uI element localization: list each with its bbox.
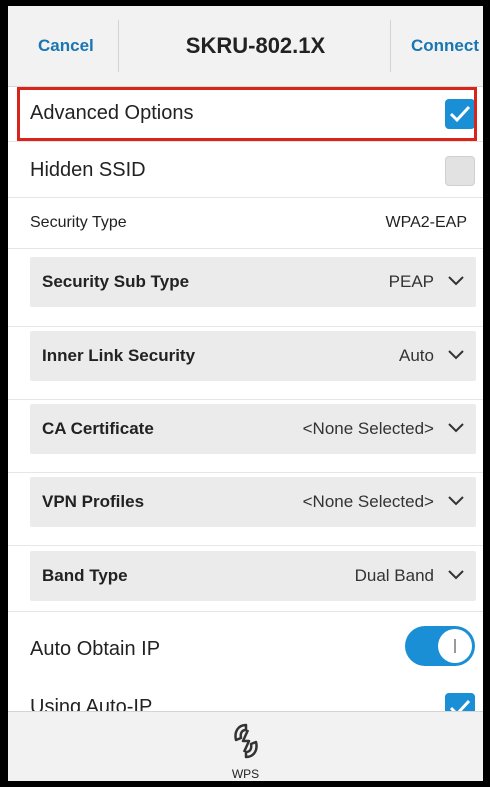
chevron-down-icon xyxy=(448,276,464,286)
wifi-settings-screen: Cancel SKRU-802.1X Connect Advanced Opti… xyxy=(8,6,483,781)
dropdown-label: Band Type xyxy=(42,566,128,585)
header-bar: Cancel SKRU-802.1X Connect xyxy=(8,6,483,87)
wps-label: WPS xyxy=(231,767,260,781)
dropdown-label: CA Certificate xyxy=(42,419,154,438)
chevron-down-icon xyxy=(448,423,464,433)
dropdown-value: Auto xyxy=(399,346,434,365)
advanced-options-row[interactable]: Advanced Options xyxy=(8,87,483,142)
header-divider xyxy=(390,20,391,72)
advanced-options-label: Advanced Options xyxy=(30,102,194,124)
inner-link-security-dropdown[interactable]: Inner Link Security Auto xyxy=(30,331,476,381)
checkmark-icon xyxy=(449,105,471,123)
hidden-ssid-label: Hidden SSID xyxy=(30,159,146,181)
dropdown-value: <None Selected> xyxy=(302,492,434,511)
hidden-ssid-row[interactable]: Hidden SSID xyxy=(8,142,483,198)
security-type-value: WPA2-EAP xyxy=(385,214,468,231)
hidden-ssid-checkbox[interactable] xyxy=(445,156,475,186)
page-title: SKRU-802.1X xyxy=(185,33,326,58)
divider xyxy=(8,472,483,473)
header-divider xyxy=(118,20,119,72)
cancel-button[interactable]: Cancel xyxy=(38,6,94,86)
auto-obtain-ip-label: Auto Obtain IP xyxy=(30,638,161,660)
dropdown-value: Dual Band xyxy=(354,566,434,585)
dropdown-label: Security Sub Type xyxy=(42,272,190,291)
dropdown-value: <None Selected> xyxy=(302,419,434,438)
dropdown-value: PEAP xyxy=(388,272,434,291)
toggle-knob xyxy=(438,629,472,663)
chevron-down-icon xyxy=(448,350,464,360)
chevron-down-icon xyxy=(448,496,464,506)
security-type-row: Security Type WPA2-EAP xyxy=(8,198,483,249)
dropdown-label: VPN Profiles xyxy=(42,492,145,511)
ca-certificate-dropdown[interactable]: CA Certificate <None Selected> xyxy=(30,404,476,454)
divider xyxy=(8,326,483,327)
security-sub-type-dropdown[interactable]: Security Sub Type PEAP xyxy=(30,257,476,307)
chevron-down-icon xyxy=(448,570,464,580)
divider xyxy=(8,399,483,400)
auto-obtain-ip-toggle[interactable] xyxy=(405,626,475,666)
bottom-action-bar: WPS xyxy=(8,711,483,781)
band-type-dropdown[interactable]: Band Type Dual Band xyxy=(30,551,476,601)
divider xyxy=(8,545,483,546)
connect-button[interactable]: Connect xyxy=(411,6,479,86)
vpn-profiles-dropdown[interactable]: VPN Profiles <None Selected> xyxy=(30,477,476,527)
advanced-options-checkbox[interactable] xyxy=(445,99,475,129)
dropdown-label: Inner Link Security xyxy=(42,346,196,365)
wps-icon[interactable] xyxy=(230,722,262,760)
security-type-label: Security Type xyxy=(30,214,127,231)
